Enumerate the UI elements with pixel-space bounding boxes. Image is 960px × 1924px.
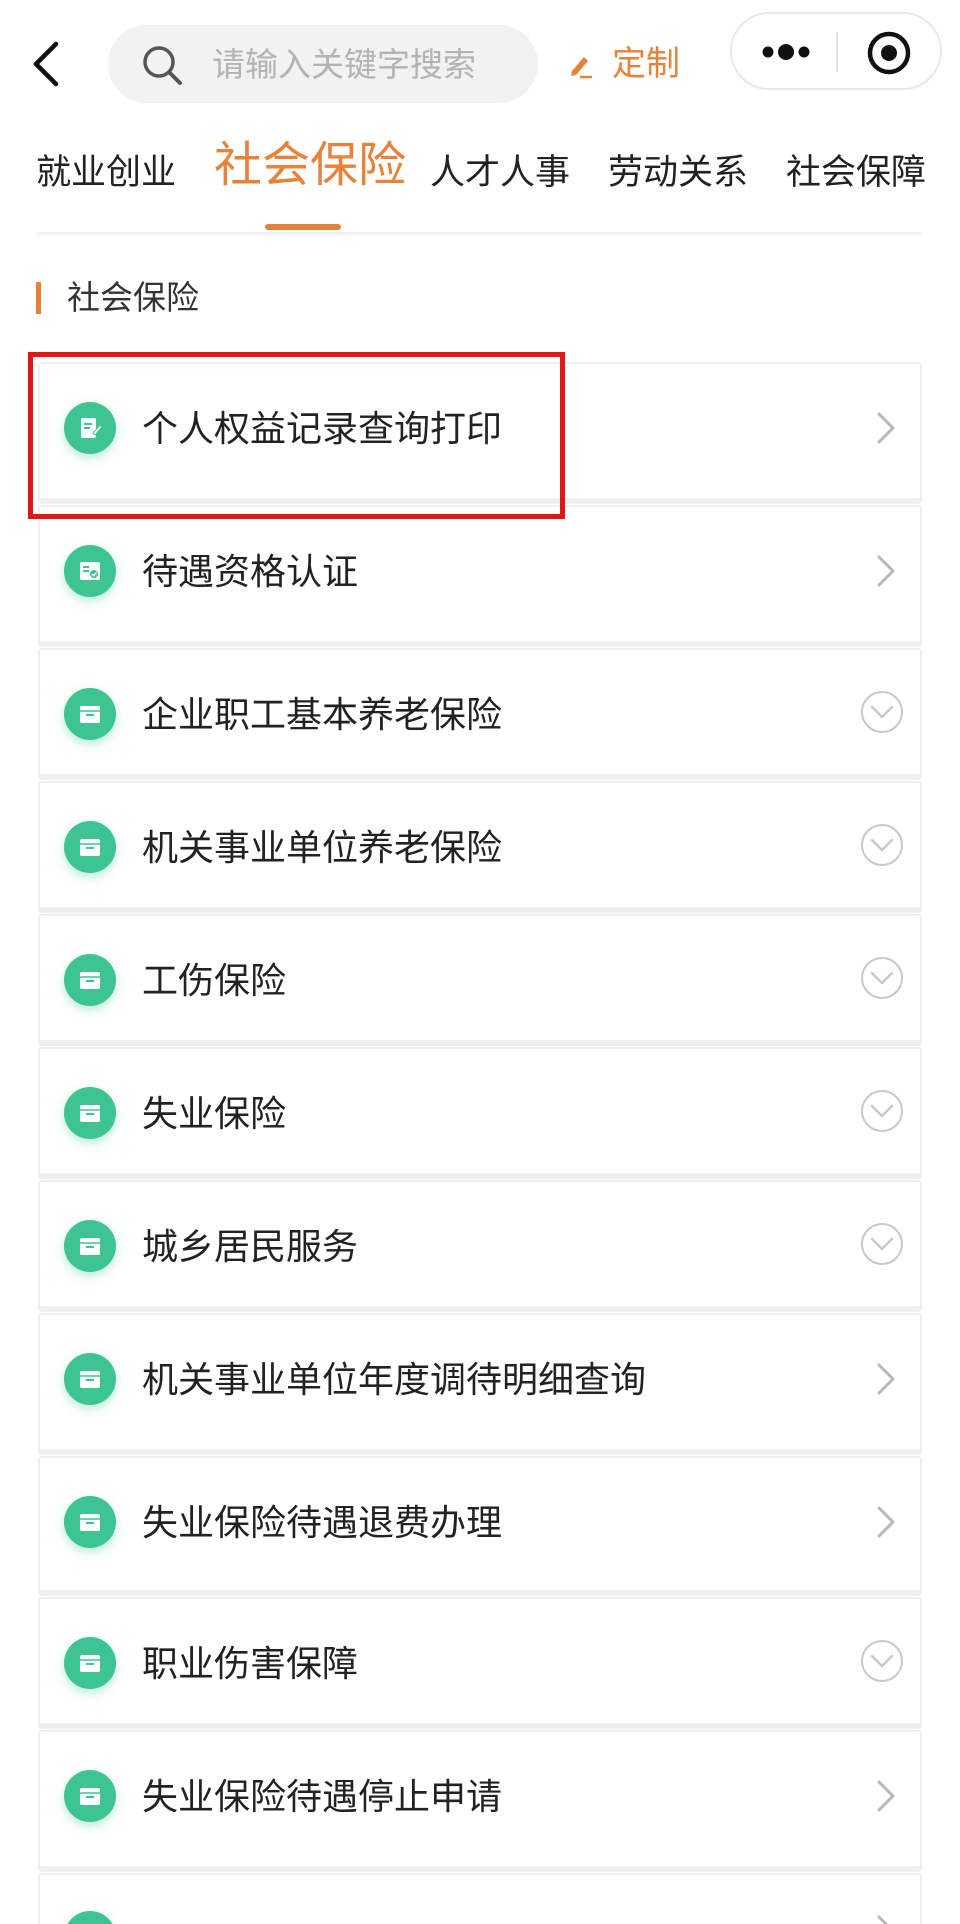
list-item-label: 工伤保险 <box>142 961 287 1002</box>
folder-box-icon <box>64 1770 116 1822</box>
section-accent-bar <box>36 282 41 314</box>
list-item-label: 职业伤害保障 <box>142 1644 359 1685</box>
mini-program-capsule <box>730 12 942 90</box>
section-header: 社会保险 <box>36 276 199 320</box>
list-item-label: 失业保险 <box>142 1094 287 1135</box>
list-item-unemployment-refund[interactable]: 失业保险待遇退费办理 <box>38 1456 922 1596</box>
capsule-divider <box>836 32 838 72</box>
list-item-label: 失业保险待遇停止申请 <box>142 1777 503 1818</box>
tab-talent-personnel[interactable]: 人才人事 <box>430 128 570 228</box>
chevron-right-icon <box>877 555 895 587</box>
list-item-label: 机关事业单位养老保险 <box>142 828 503 869</box>
list-item-label: 待遇资格认证 <box>142 552 359 593</box>
tab-labor-relations[interactable]: 劳动关系 <box>608 128 748 228</box>
list-item-urban-rural-resident-services[interactable]: 城乡居民服务 <box>38 1180 922 1312</box>
search-icon <box>143 46 182 85</box>
list-item-partial[interactable] <box>38 1873 922 1924</box>
list-item-benefit-qualification[interactable]: 待遇资格认证 <box>38 505 922 647</box>
list-item-work-injury-insurance[interactable]: 工伤保险 <box>38 914 922 1046</box>
back-button[interactable] <box>24 36 70 92</box>
close-mini-program-button[interactable] <box>864 28 914 78</box>
folder-box-icon <box>64 1087 116 1139</box>
list-item-enterprise-pension[interactable]: 企业职工基本养老保险 <box>38 648 922 780</box>
more-button[interactable] <box>748 28 824 76</box>
folder-box-icon <box>64 1496 116 1548</box>
customize-button[interactable]: 定制 <box>566 36 680 92</box>
list-item-label: 城乡居民服务 <box>142 1227 359 1268</box>
section-title: 社会保险 <box>67 278 199 317</box>
pencil-icon <box>571 57 592 79</box>
tab-label: 劳动关系 <box>608 153 749 193</box>
folder-box-icon <box>64 688 116 740</box>
list-item-label: 个人权益记录查询打印 <box>142 409 503 450</box>
chevron-right-icon <box>877 1915 889 1924</box>
target-close-icon <box>867 31 911 75</box>
tabs-divider <box>36 232 922 238</box>
list-item-unemployment-insurance[interactable]: 失业保险 <box>38 1047 922 1179</box>
folder-box-icon <box>64 954 116 1006</box>
category-tabs: 就业创业 社会保险 人才人事 劳动关系 社会保障 <box>0 128 960 238</box>
list-item-label: 机关事业单位年度调待明细查询 <box>142 1360 647 1401</box>
customize-label: 定制 <box>612 44 680 84</box>
chevron-left-icon <box>33 41 59 87</box>
folder-box-icon <box>64 821 116 873</box>
expand-down-icon <box>861 957 903 999</box>
expand-down-icon <box>861 824 903 866</box>
chevron-right-icon <box>877 1506 895 1538</box>
tab-label: 就业创业 <box>36 153 177 193</box>
list-item-annual-adjustment-query[interactable]: 机关事业单位年度调待明细查询 <box>38 1313 922 1455</box>
folder-box-icon <box>64 1353 116 1405</box>
folder-box-icon <box>64 1911 116 1924</box>
folder-box-icon <box>64 1220 116 1272</box>
list-item-institution-pension[interactable]: 机关事业单位养老保险 <box>38 781 922 913</box>
more-dots-icon <box>762 44 810 60</box>
document-edit-icon <box>64 402 116 454</box>
chevron-right-icon <box>877 1363 895 1395</box>
active-tab-indicator <box>265 224 341 230</box>
list-item-personal-rights-record[interactable]: 个人权益记录查询打印 <box>38 362 922 504</box>
chevron-right-icon <box>877 412 895 444</box>
tab-social-security[interactable]: 社会保障 <box>786 128 926 228</box>
top-bar: 请输入关键字搜索 定制 <box>0 0 960 125</box>
tab-label: 人才人事 <box>430 153 571 193</box>
list-item-unemployment-stop-application[interactable]: 失业保险待遇停止申请 <box>38 1730 922 1872</box>
expand-down-icon <box>861 691 903 733</box>
expand-down-icon <box>861 1090 903 1132</box>
list-item-label: 企业职工基本养老保险 <box>142 695 503 736</box>
expand-down-icon <box>861 1223 903 1265</box>
folder-box-icon <box>64 1637 116 1689</box>
tab-employment[interactable]: 就业创业 <box>36 128 176 228</box>
tab-label: 社会保障 <box>786 153 927 193</box>
expand-down-icon <box>861 1640 903 1682</box>
tab-label: 社会保险 <box>214 137 407 193</box>
search-input[interactable]: 请输入关键字搜索 <box>108 25 538 103</box>
list-item-occupational-injury[interactable]: 职业伤害保障 <box>38 1597 922 1729</box>
list-item-label: 失业保险待遇退费办理 <box>142 1503 503 1544</box>
search-placeholder: 请输入关键字搜索 <box>212 45 476 84</box>
chevron-right-icon <box>877 1780 895 1812</box>
id-card-check-icon <box>64 545 116 597</box>
tab-social-insurance[interactable]: 社会保险 <box>214 128 406 228</box>
page: 请输入关键字搜索 定制 就业创业 社会保险 人才人事 劳动关系 社会保障 社会保… <box>0 0 960 1924</box>
